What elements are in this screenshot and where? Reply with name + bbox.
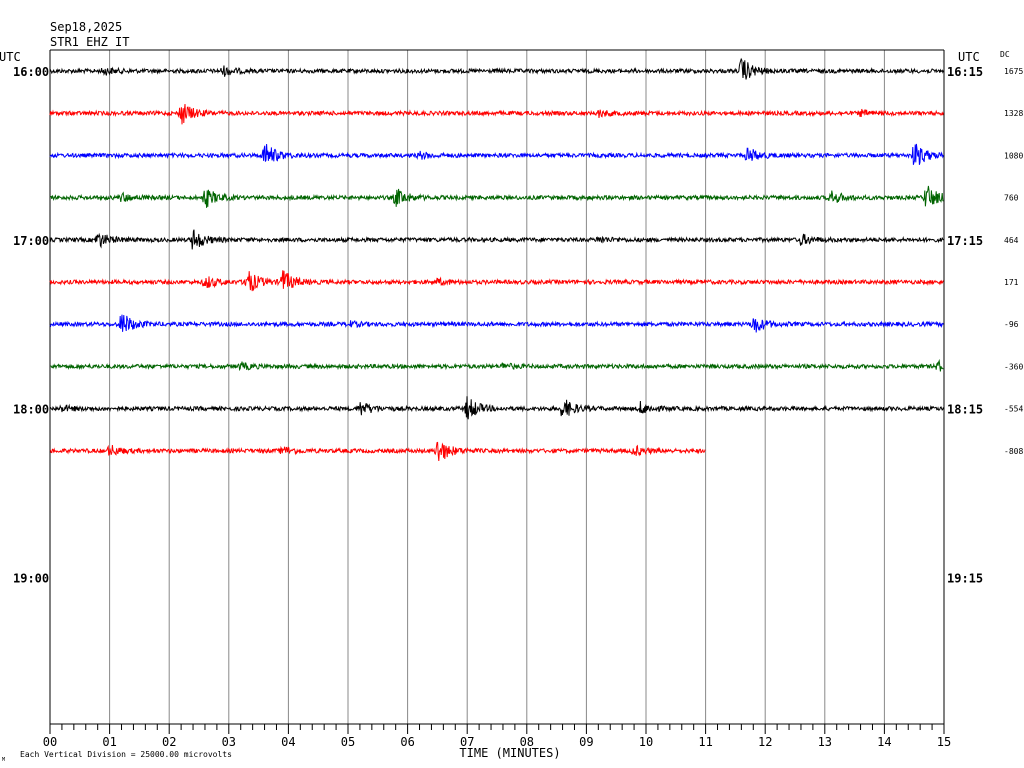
x-tick-label: 04 <box>281 735 295 749</box>
x-tick-label: 01 <box>102 735 116 749</box>
right-utc-label: UTC <box>958 50 980 64</box>
left-hour-label: 18:00 <box>13 403 49 417</box>
trace-1800 <box>49 396 944 420</box>
dc-offset-label: 760 <box>1004 194 1019 203</box>
grid <box>49 49 945 724</box>
trace-1715 <box>49 270 944 292</box>
x-tick-label: 15 <box>937 735 951 749</box>
dc-header-label: DC <box>1000 50 1010 59</box>
right-hour-label: 19:15 <box>947 571 983 585</box>
traces <box>49 57 944 462</box>
x-tick-label: 02 <box>162 735 176 749</box>
right-hour-label: 18:15 <box>947 403 983 417</box>
trace-1815 <box>49 441 706 462</box>
left-hour-label: 17:00 <box>13 234 49 248</box>
x-tick-label: 05 <box>341 735 355 749</box>
x-tick-label: 00 <box>43 735 57 749</box>
left-hour-label: 19:00 <box>13 571 49 585</box>
trace-1700 <box>49 229 944 250</box>
trace-1600 <box>49 57 944 80</box>
right-hour-label: 16:15 <box>947 65 983 79</box>
helicorder-plot: Sep18,2025 STR1 EHZ IT UTC UTC DC 1675 13… <box>0 20 1023 763</box>
x-tick-label: 14 <box>877 735 891 749</box>
trace-1745 <box>50 358 944 372</box>
corner-mark: M <box>2 757 5 763</box>
x-tick-label: 03 <box>222 735 236 749</box>
dc-offset-label: 1328 <box>1004 109 1023 118</box>
station-label: STR1 EHZ IT <box>50 35 129 49</box>
right-hour-label: 17:15 <box>947 234 983 248</box>
dc-offset-label: 1080 <box>1004 151 1023 160</box>
dc-offset-label: -554 <box>1004 405 1023 414</box>
x-tick-label: 09 <box>579 735 593 749</box>
scale-note: Each Vertical Division = 25000.00 microv… <box>20 750 232 759</box>
x-tick-label: 06 <box>400 735 414 749</box>
left-hour-label: 16:00 <box>13 65 49 79</box>
x-tick-label: 11 <box>698 735 712 749</box>
x-axis-title: TIME (MINUTES) <box>459 746 560 760</box>
dc-offset-label: -808 <box>1004 447 1023 456</box>
trace-1730 <box>49 314 944 333</box>
dc-offset-label: 1675 <box>1004 67 1023 76</box>
date-label: Sep18,2025 <box>50 20 122 34</box>
x-tick-label: 12 <box>758 735 772 749</box>
dc-offset-label: 171 <box>1004 278 1019 287</box>
trace-1615 <box>49 103 944 125</box>
x-tick-label: 13 <box>818 735 832 749</box>
trace-1645 <box>49 185 944 208</box>
trace-1630 <box>49 143 944 165</box>
x-tick-label: 10 <box>639 735 653 749</box>
dc-offset-label: 464 <box>1004 236 1019 245</box>
left-utc-label: UTC <box>0 50 21 64</box>
dc-offset-label: -360 <box>1004 362 1023 371</box>
dc-offset-label: -96 <box>1004 320 1019 329</box>
